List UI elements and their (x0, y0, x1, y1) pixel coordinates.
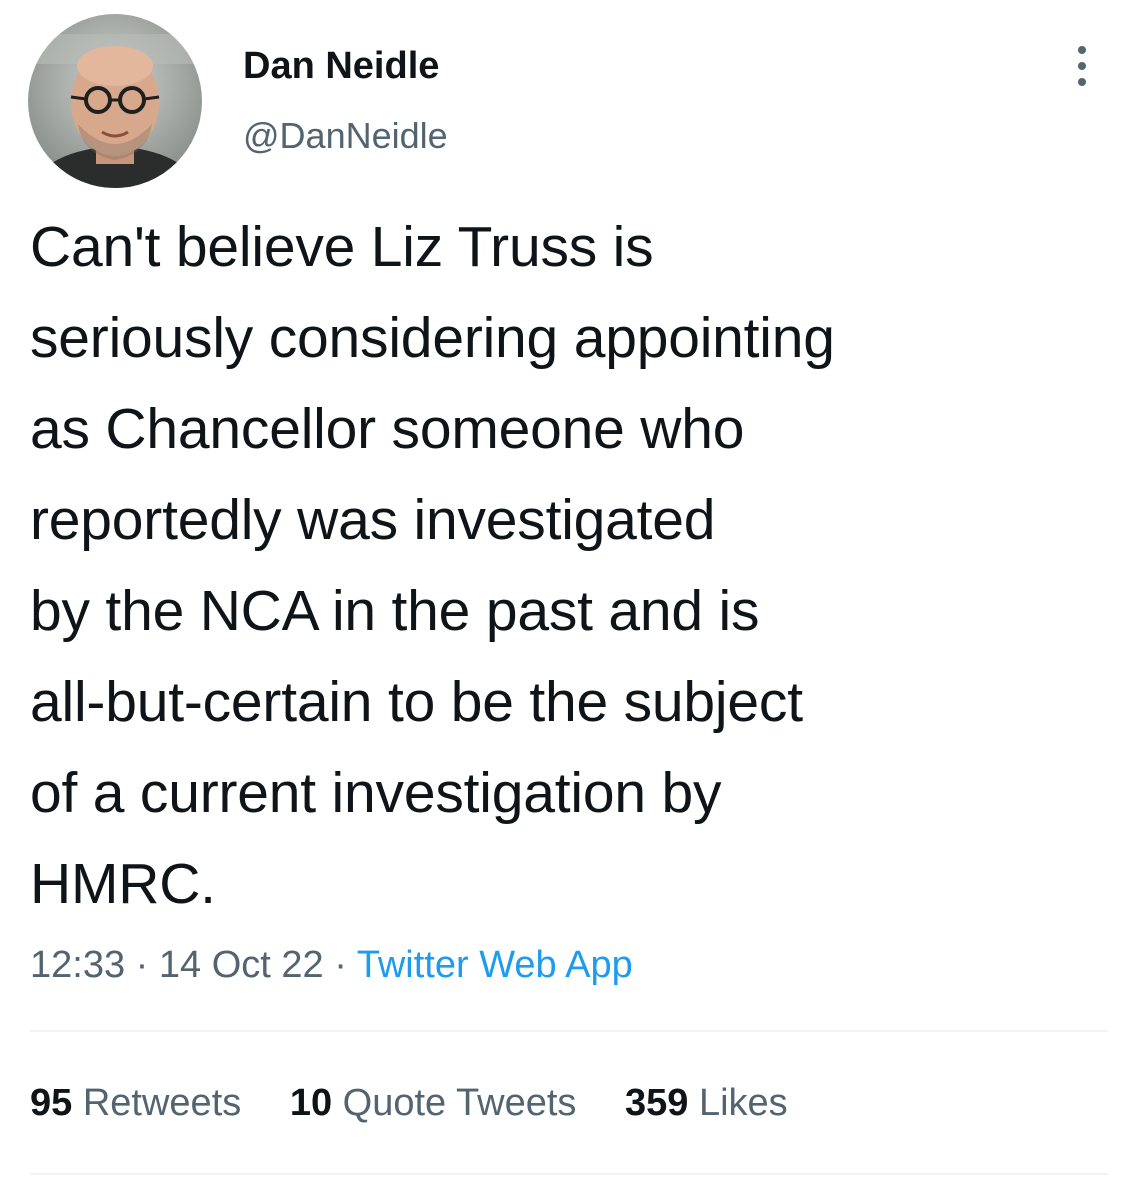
tweet-date[interactable]: 14 Oct 22 (159, 944, 324, 986)
retweets-count: 95 (30, 1082, 73, 1124)
tweet-text: Can't believe Liz Truss is seriously con… (30, 215, 835, 916)
more-options-icon (1078, 46, 1086, 86)
author-handle[interactable]: @DanNeidle (243, 113, 448, 159)
more-options-button[interactable] (1060, 38, 1104, 94)
likes-count: 359 (625, 1082, 689, 1124)
tweet-time[interactable]: 12:33 (30, 944, 125, 986)
quote-tweets-count: 10 (289, 1082, 333, 1124)
tweet-source-link[interactable]: Twitter Web App (357, 944, 633, 986)
meta-separator: · (135, 944, 149, 986)
quote-tweets-label: Quote Tweets (342, 1082, 577, 1124)
likes-stat[interactable]: 359 Likes (625, 1078, 788, 1128)
retweets-stat[interactable]: 95 Retweets (30, 1078, 241, 1128)
divider (30, 1173, 1108, 1175)
author-display-name[interactable]: Dan Neidle (243, 42, 439, 90)
meta-separator: · (334, 944, 347, 986)
quote-tweets-stat[interactable]: 10 Quote Tweets (290, 1078, 577, 1128)
divider (30, 1030, 1108, 1032)
tweet-stats: 95 Retweets 10 Quote Tweets 359 Likes (30, 1078, 826, 1128)
author-avatar[interactable] (28, 14, 202, 188)
tweet-metadata: 12:33 · 14 Oct 22 · Twitter Web App (30, 940, 633, 990)
profile-photo-icon (28, 14, 202, 188)
retweets-label: Retweets (82, 1082, 242, 1124)
likes-label: Likes (698, 1082, 788, 1124)
